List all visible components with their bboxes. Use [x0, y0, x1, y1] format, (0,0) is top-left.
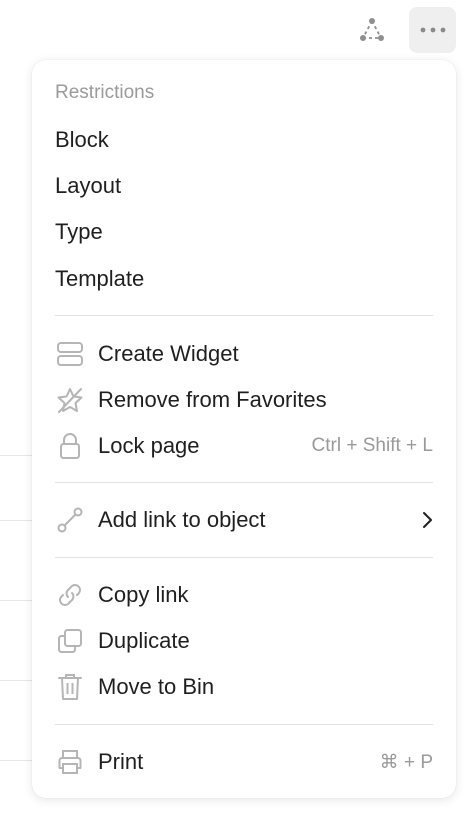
options-menu: Restrictions Block Layout Type Template …: [32, 60, 456, 798]
background-divider: [0, 760, 32, 761]
background-divider: [0, 455, 32, 456]
chevron-right-icon: [421, 511, 433, 529]
more-horizontal-icon: [420, 27, 446, 33]
menu-item-type[interactable]: Type: [55, 217, 103, 247]
background-divider: [0, 680, 32, 681]
menu-item-label: Move to Bin: [98, 674, 215, 699]
widget-icon: [55, 339, 85, 369]
duplicate-icon: [55, 626, 85, 656]
menu-item-label: Create Widget: [98, 341, 239, 366]
menu-divider: [55, 482, 433, 483]
menu-item-print[interactable]: Print ⌘ + P: [55, 745, 433, 779]
menu-divider: [55, 557, 433, 558]
menu-item-add-link-to-object[interactable]: Add link to object: [55, 503, 433, 537]
lock-icon: [55, 431, 85, 461]
page: Restrictions Block Layout Type Template …: [0, 0, 474, 827]
keyboard-shortcut: ⌘ + P: [379, 751, 433, 773]
printer-icon: [55, 747, 85, 777]
menu-item-template[interactable]: Template: [55, 264, 144, 294]
menu-item-label: Duplicate: [98, 628, 190, 653]
background-divider: [0, 600, 32, 601]
menu-item-block[interactable]: Block: [55, 125, 109, 155]
menu-item-lock-page[interactable]: Lock page Ctrl + Shift + L: [55, 429, 433, 463]
star-off-icon: [55, 385, 85, 415]
menu-item-copy-link[interactable]: Copy link: [55, 578, 433, 612]
menu-item-create-widget[interactable]: Create Widget: [55, 337, 433, 371]
trash-icon: [55, 672, 85, 702]
menu-item-remove-favorites[interactable]: Remove from Favorites: [55, 383, 433, 417]
graph-button[interactable]: [352, 10, 392, 50]
menu-item-label: Remove from Favorites: [98, 387, 327, 412]
keyboard-shortcut: Ctrl + Shift + L: [311, 435, 433, 456]
menu-item-label: Print: [98, 749, 144, 774]
menu-item-duplicate[interactable]: Duplicate: [55, 624, 433, 658]
more-options-button[interactable]: [409, 7, 456, 53]
menu-item-label: Lock page: [98, 433, 200, 458]
menu-item-layout[interactable]: Layout: [55, 171, 121, 201]
menu-item-move-to-bin[interactable]: Move to Bin: [55, 670, 433, 704]
graph-icon: [358, 17, 386, 43]
restrictions-title: Restrictions: [55, 82, 155, 103]
menu-item-label: Copy link: [98, 582, 189, 607]
background-divider: [0, 520, 32, 521]
relation-link-icon: [55, 505, 85, 535]
menu-divider: [55, 315, 433, 316]
menu-divider: [55, 724, 433, 725]
menu-item-label: Add link to object: [98, 507, 266, 532]
link-icon: [55, 580, 85, 610]
